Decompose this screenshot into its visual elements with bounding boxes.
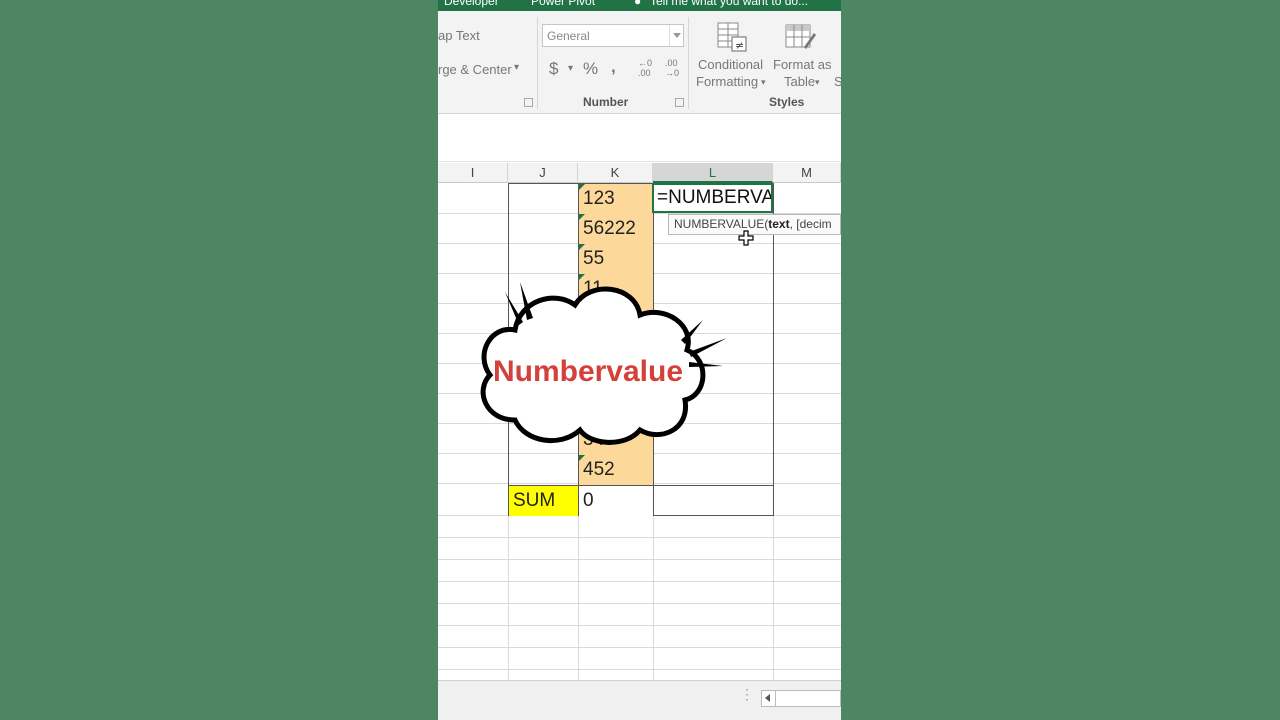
formula-text: =NUMBERVALUE( [657, 187, 773, 208]
chevron-down-icon[interactable]: ▾ [761, 77, 766, 88]
format-as-table-label-2[interactable]: Table [784, 74, 815, 89]
gridline [438, 625, 841, 626]
number-launcher-icon[interactable] [675, 98, 684, 107]
tab-developer[interactable]: Developer [444, 0, 499, 8]
lightbulb-icon: ● [634, 0, 642, 8]
wrap-text-button[interactable]: ap Text [438, 28, 480, 43]
formula-bar-area [438, 115, 841, 162]
ribbon-tab-strip: Developer Power Pivot ● Tell me what you… [438, 0, 841, 11]
group-divider [688, 17, 689, 109]
number-format-select[interactable]: General [542, 24, 684, 47]
currency-button[interactable]: $ [549, 59, 558, 79]
status-bar: ⋮ [438, 680, 841, 720]
cell-k2[interactable]: 56222 [579, 214, 653, 244]
conditional-formatting-label-2[interactable]: Formatting [696, 74, 758, 89]
cell-k1[interactable]: 123 [579, 184, 653, 214]
crosshair-cursor-icon [738, 230, 754, 246]
decrease-decimal-button[interactable]: .00 →0 [665, 58, 685, 78]
gridline [438, 669, 841, 670]
cell-sum-value[interactable]: 0 [579, 486, 653, 516]
function-tooltip[interactable]: NUMBERVALUE(text, [decim [668, 214, 841, 235]
format-as-table-icon[interactable] [784, 21, 816, 53]
cell-styles-label-partial[interactable]: S [834, 74, 841, 89]
scroll-left-icon[interactable] [762, 691, 776, 706]
conditional-formatting-label-1[interactable]: Conditional [698, 57, 763, 72]
left-background [0, 0, 438, 720]
gridline [438, 647, 841, 648]
active-cell-l1[interactable]: =NUMBERVALUE( [652, 183, 773, 213]
group-divider [537, 17, 538, 109]
chevron-down-icon[interactable]: ▾ [568, 63, 573, 74]
cell-k11[interactable]: 452 [579, 455, 653, 485]
percent-button[interactable]: % [583, 59, 598, 79]
tell-me-search[interactable]: Tell me what you want to do... [650, 0, 808, 8]
chevron-down-icon [669, 25, 683, 46]
increase-decimal-button[interactable]: ←0 .00 [638, 58, 658, 78]
column-header-j[interactable]: J [508, 163, 578, 183]
column-headers: I J K L M [438, 163, 841, 183]
tooltip-rest-args: , [decim [789, 217, 832, 231]
gridline [438, 603, 841, 604]
right-background [841, 0, 1280, 720]
gridline [438, 559, 841, 560]
tooltip-current-arg[interactable]: text [768, 217, 789, 231]
merge-center-button[interactable]: rge & Center [438, 62, 512, 77]
format-as-table-label-1[interactable]: Format as [773, 57, 832, 72]
chevron-down-icon[interactable]: ▾ [815, 77, 820, 88]
cell-sum-label[interactable]: SUM [509, 486, 578, 516]
gridline [438, 581, 841, 582]
chevron-down-icon[interactable]: ▾ [514, 62, 519, 73]
column-header-k[interactable]: K [578, 163, 653, 183]
sheet-splitter-handle[interactable]: ⋮ [740, 686, 754, 703]
sticker-title: Numbervalue [492, 355, 684, 388]
ribbon: ap Text rge & Center ▾ General $ ▾ % , ←… [438, 11, 841, 114]
alignment-launcher-icon[interactable] [524, 98, 533, 107]
column-header-l[interactable]: L [653, 163, 773, 183]
conditional-formatting-icon[interactable]: ≠ [716, 21, 748, 53]
styles-group-label: Styles [769, 95, 805, 109]
number-group-label: Number [583, 95, 629, 109]
column-header-m[interactable]: M [773, 163, 841, 183]
column-header-i[interactable]: I [438, 163, 508, 183]
tab-power-pivot[interactable]: Power Pivot [531, 0, 595, 8]
gridline [438, 537, 841, 538]
tooltip-function-name: NUMBERVALUE( [674, 217, 769, 231]
comma-button[interactable]: , [611, 57, 616, 77]
svg-text:≠: ≠ [735, 39, 744, 52]
number-format-value: General [547, 29, 590, 43]
horizontal-scrollbar[interactable] [761, 690, 841, 707]
